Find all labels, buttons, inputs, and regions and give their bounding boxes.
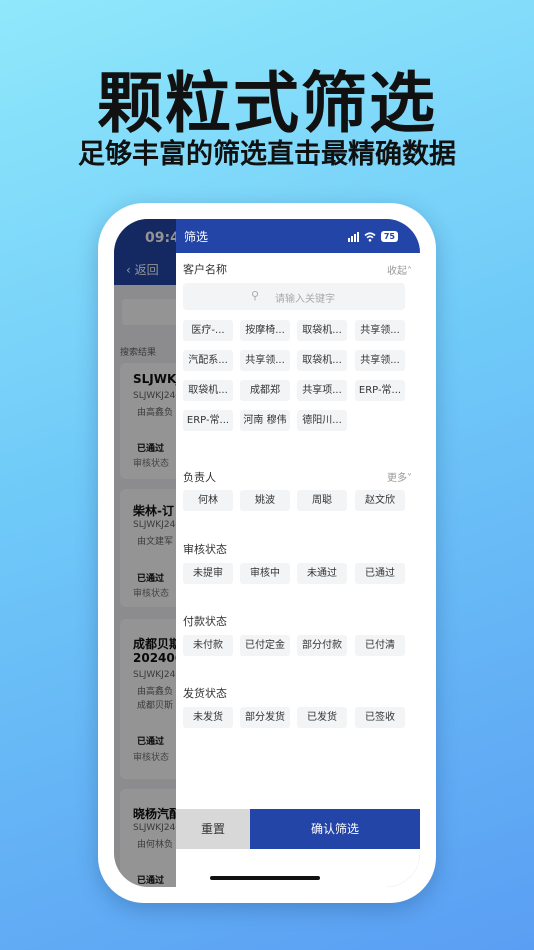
owner-chip[interactable]: 姚波 [240, 490, 290, 511]
customer-chip[interactable]: 按摩椅... [240, 320, 290, 341]
payment-chip[interactable]: 未付款 [183, 635, 233, 656]
more-label: 更多 [387, 473, 407, 484]
hero-subtitle: 足够丰富的筛选直击最精确数据 [78, 139, 456, 170]
customer-chip[interactable]: 取袋机... [297, 320, 347, 341]
shipping-chip[interactable]: 部分发货 [240, 707, 290, 728]
payment-chip[interactable]: 已付清 [355, 635, 405, 656]
customer-chip[interactable]: 取袋机... [297, 350, 347, 371]
panel-header: 筛选 75 [176, 219, 420, 253]
search-placeholder: 请输入关键字 [275, 294, 335, 305]
shipping-section-title: 发货状态 [183, 687, 227, 700]
battery-icon: 75 [380, 231, 398, 242]
filter-panel: 筛选 75 客户名称 收起˄ ⚲ 请输入关键字 医疗-... 按摩椅... 取袋… [176, 219, 420, 887]
customer-chip[interactable]: 共享领... [355, 320, 405, 341]
panel-title: 筛选 [184, 230, 209, 244]
payment-chip[interactable]: 部分付款 [297, 635, 347, 656]
customer-chip[interactable]: 河南 穆伟 [240, 410, 290, 431]
customer-chip[interactable]: 共享项... [297, 380, 347, 401]
panel-footer: 重置 确认筛选 [176, 809, 420, 849]
home-indicator [210, 876, 320, 880]
customer-chip[interactable]: ERP-常... [355, 380, 405, 401]
phone-screen: 09:47 ‹ 返回 搜索结果 SLJWKJ2 SLJWKJ240 由高鑫负 已… [114, 219, 420, 887]
owner-chip[interactable]: 何林 [183, 490, 233, 511]
customer-chip[interactable]: ERP-常... [183, 410, 233, 431]
shipping-chip[interactable]: 未发货 [183, 707, 233, 728]
audit-section-title: 审核状态 [183, 543, 227, 556]
payment-chip[interactable]: 已付定金 [240, 635, 290, 656]
chevron-up-icon: ˄ [407, 266, 412, 277]
owner-chip[interactable]: 周聪 [297, 490, 347, 511]
collapse-label: 收起 [387, 266, 407, 277]
search-icon: ⚲ [251, 289, 260, 302]
customer-chip[interactable]: 取袋机... [183, 380, 233, 401]
wifi-icon [364, 231, 376, 242]
customer-chip[interactable]: 汽配系... [183, 350, 233, 371]
audit-chip[interactable]: 审核中 [240, 563, 290, 584]
owner-section-title: 负责人 [183, 471, 216, 484]
audit-chip[interactable]: 已通过 [355, 563, 405, 584]
confirm-filter-button[interactable]: 确认筛选 [250, 809, 420, 849]
customer-search-input[interactable]: ⚲ 请输入关键字 [183, 283, 405, 310]
customer-chip[interactable]: 成都郑 [240, 380, 290, 401]
signal-icon [347, 231, 359, 242]
payment-section-title: 付款状态 [183, 615, 227, 628]
customer-section-title: 客户名称 [183, 263, 227, 276]
collapse-button[interactable]: 收起˄ [387, 262, 412, 277]
customer-chip[interactable]: 共享领... [240, 350, 290, 371]
audit-chip[interactable]: 未提审 [183, 563, 233, 584]
customer-chip[interactable]: 医疗-... [183, 320, 233, 341]
status-icons: 75 [347, 231, 398, 242]
customer-chip[interactable]: 德阳川... [297, 410, 347, 431]
reset-button[interactable]: 重置 [176, 809, 250, 849]
owner-chip[interactable]: 赵文欣 [355, 490, 405, 511]
shipping-chip[interactable]: 已签收 [355, 707, 405, 728]
audit-chip[interactable]: 未通过 [297, 563, 347, 584]
customer-chip[interactable]: 共享领... [355, 350, 405, 371]
shipping-chip[interactable]: 已发货 [297, 707, 347, 728]
chevron-down-icon: ˅ [407, 473, 412, 484]
more-button[interactable]: 更多˅ [387, 469, 412, 484]
